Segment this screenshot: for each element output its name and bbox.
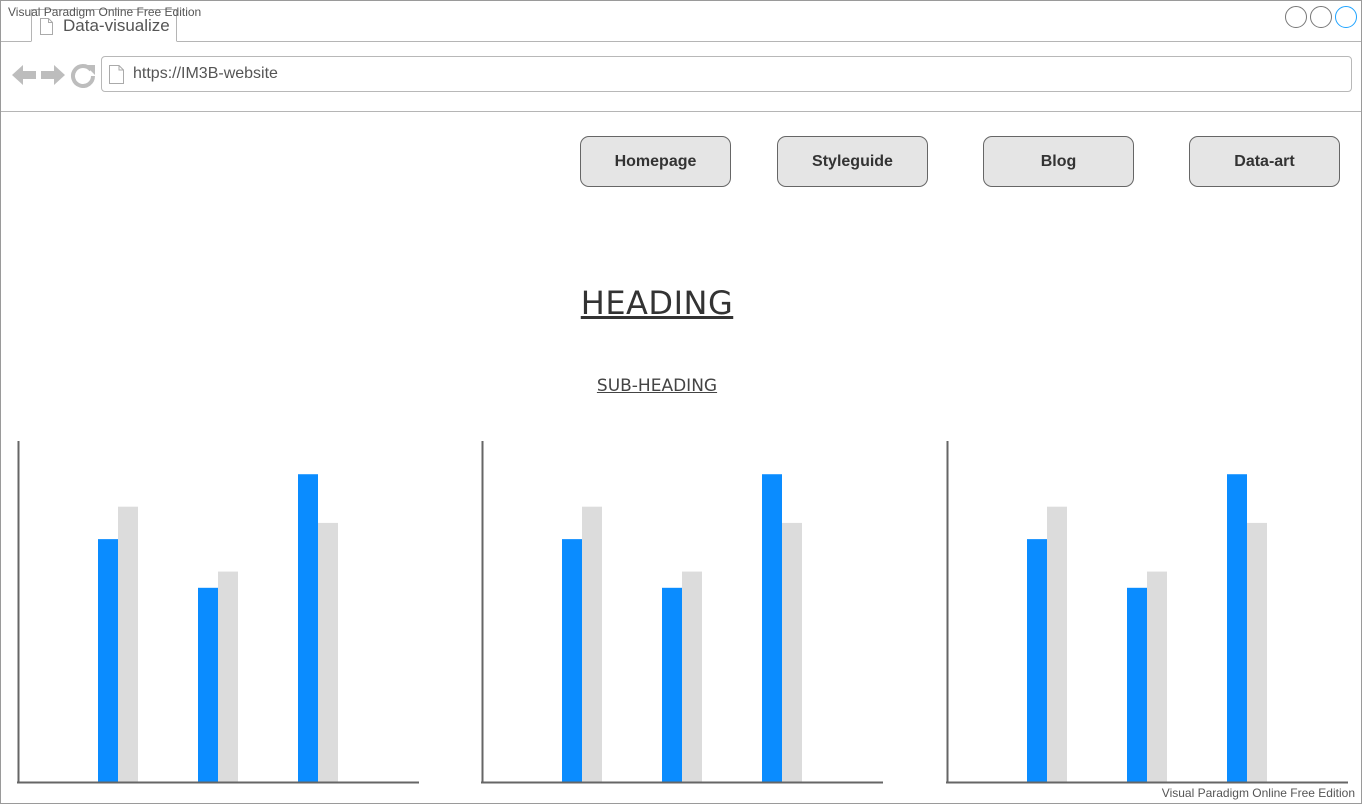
bar-series-2-group-2 <box>218 571 238 783</box>
bar-chart-3 <box>946 441 1348 785</box>
doc-icon <box>109 65 124 84</box>
doc-icon <box>40 18 53 35</box>
bar-series-2-group-2 <box>1147 571 1167 783</box>
forward-arrow-icon[interactable] <box>40 62 66 88</box>
bar-series-1-group-1 <box>98 539 118 783</box>
bar-series-2-group-3 <box>318 522 338 783</box>
window-controls <box>1285 6 1357 28</box>
bar-series-1-group-1 <box>1027 539 1047 783</box>
nav-button-homepage[interactable]: Homepage <box>580 136 731 187</box>
address-bar-area: https://IM3B-website <box>1 42 1361 112</box>
back-arrow-icon[interactable] <box>11 62 37 88</box>
page-subheading: SUB-HEADING <box>596 376 718 396</box>
bar-series-1-group-1 <box>562 539 582 783</box>
bar-series-1-group-3 <box>762 474 782 783</box>
close-icon[interactable] <box>1335 6 1357 28</box>
bar-chart-1 <box>17 441 419 785</box>
bar-series-2-group-1 <box>1047 506 1067 783</box>
url-bar[interactable]: https://IM3B-website <box>101 56 1352 92</box>
bar-chart-svg <box>946 441 1348 784</box>
browser-window: Visual Paradigm Online Free Edition Data… <box>0 0 1362 804</box>
url-text: https://IM3B-website <box>133 65 278 82</box>
bar-chart-svg <box>481 441 883 784</box>
page-heading: HEADING <box>580 284 734 322</box>
bar-series-1-group-2 <box>1127 587 1147 783</box>
bar-chart-svg <box>17 441 419 784</box>
bar-series-1-group-3 <box>298 474 318 783</box>
nav-button-data-art[interactable]: Data-art <box>1189 136 1340 187</box>
reload-icon[interactable] <box>70 62 96 88</box>
bar-series-1-group-2 <box>198 587 218 783</box>
watermark-bottom: Visual Paradigm Online Free Edition <box>1161 786 1355 800</box>
maximize-icon[interactable] <box>1310 6 1332 28</box>
bar-series-2-group-3 <box>782 522 802 783</box>
bar-series-1-group-3 <box>1227 474 1247 783</box>
bar-chart-2 <box>481 441 883 785</box>
minimize-icon[interactable] <box>1285 6 1307 28</box>
tab-title: Data-visualize <box>63 16 170 35</box>
nav-button-blog[interactable]: Blog <box>983 136 1134 187</box>
bar-series-2-group-3 <box>1247 522 1267 783</box>
bar-series-1-group-2 <box>662 587 682 783</box>
watermark-top: Visual Paradigm Online Free Edition <box>8 5 202 19</box>
bar-series-2-group-2 <box>682 571 702 783</box>
tab-strip: Data-visualize <box>1 1 1361 42</box>
nav-button-styleguide[interactable]: Styleguide <box>777 136 928 187</box>
bar-series-2-group-1 <box>582 506 602 783</box>
bar-series-2-group-1 <box>118 506 138 783</box>
